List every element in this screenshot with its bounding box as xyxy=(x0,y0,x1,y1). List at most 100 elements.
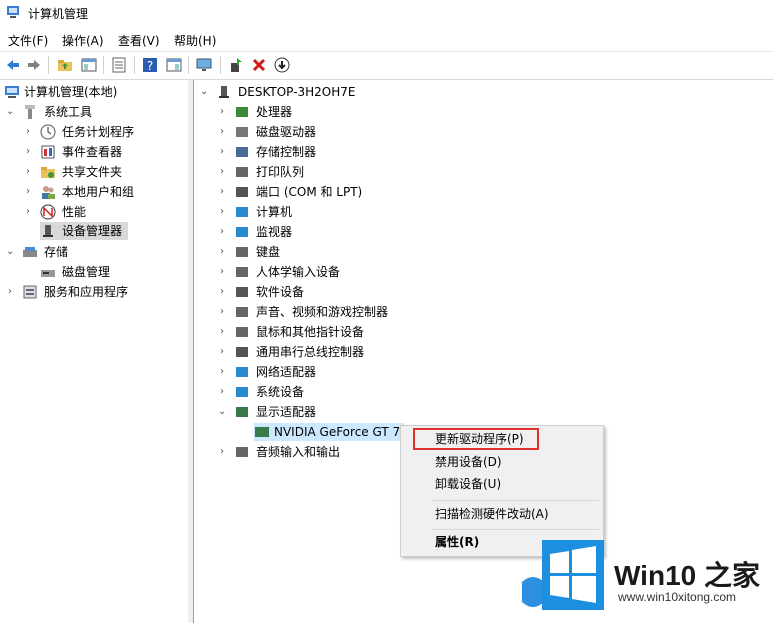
tree-item-task-scheduler[interactable]: › 任务计划程序 xyxy=(24,123,184,141)
device-category-label: 音频输入和输出 xyxy=(256,445,341,459)
device-item-nvidia[interactable]: NVIDIA GeForce GT 7 xyxy=(254,423,404,441)
chevron-right-icon[interactable]: › xyxy=(218,203,226,221)
device-category-16[interactable]: ⌄ 显示适配器 xyxy=(218,403,518,421)
device-category-3[interactable]: › 存储控制器 xyxy=(218,143,518,161)
tree-item-event-viewer[interactable]: › 事件查看器 xyxy=(24,143,184,161)
tree-item-services-apps[interactable]: › 服务和应用程序 xyxy=(6,283,186,301)
device-category-label: 显示适配器 xyxy=(256,405,317,419)
chevron-right-icon[interactable]: › xyxy=(218,283,226,301)
tree-item-local-users[interactable]: › 本地用户和组 xyxy=(24,183,184,201)
tree-item-performance[interactable]: › 性能 xyxy=(24,203,184,221)
device-category-5[interactable]: › 端口 (COM 和 LPT) xyxy=(218,183,518,201)
chevron-right-icon[interactable]: › xyxy=(218,343,226,361)
audio-io-icon xyxy=(236,447,248,457)
tree-item-label: 存储 xyxy=(44,245,69,259)
show-hide-tree-icon[interactable] xyxy=(81,57,97,73)
chevron-right-icon[interactable]: › xyxy=(218,263,226,281)
tree-item-computer-management[interactable]: 计算机管理(本地) xyxy=(4,83,184,101)
context-item-uninstall-device[interactable]: 卸载设备(U) xyxy=(435,474,501,494)
speaker-icon xyxy=(236,307,248,317)
monitor-icon[interactable] xyxy=(196,57,212,73)
forward-icon[interactable] xyxy=(26,57,42,73)
event-viewer-icon xyxy=(41,145,55,159)
device-category-6[interactable]: › 计算机 xyxy=(218,203,518,221)
chevron-right-icon[interactable]: › xyxy=(24,143,32,161)
uninstall-icon[interactable] xyxy=(251,57,267,73)
menu-file[interactable]: 文件(F) xyxy=(8,32,48,49)
device-category-label: 磁盘驱动器 xyxy=(256,125,317,139)
tree-item-storage[interactable]: ⌄ 存储 xyxy=(6,243,186,261)
chevron-right-icon[interactable]: › xyxy=(218,383,226,401)
device-category-7[interactable]: › 监视器 xyxy=(218,223,518,241)
device-category-10[interactable]: › 软件设备 xyxy=(218,283,518,301)
context-item-scan-hardware[interactable]: 扫描检测硬件改动(A) xyxy=(435,504,549,524)
device-category-label: 存储控制器 xyxy=(256,145,317,159)
tree-item-label: 系统工具 xyxy=(44,105,93,119)
context-item-properties[interactable]: 属性(R) xyxy=(435,532,479,552)
export-list-icon[interactable] xyxy=(111,57,127,73)
context-item-disable-device[interactable]: 禁用设备(D) xyxy=(435,452,502,472)
chevron-right-icon[interactable]: › xyxy=(24,203,32,221)
device-category-11[interactable]: › 声音、视频和游戏控制器 xyxy=(218,303,518,321)
device-category-label: 系统设备 xyxy=(256,385,305,399)
device-category-label: 监视器 xyxy=(256,225,293,239)
tree-item-device-manager[interactable]: 设备管理器 xyxy=(40,222,128,240)
device-category-label: 计算机 xyxy=(256,205,293,219)
chevron-right-icon[interactable]: › xyxy=(218,223,226,241)
chevron-right-icon[interactable]: › xyxy=(218,363,226,381)
chevron-right-icon[interactable]: › xyxy=(218,243,226,261)
tree-item-label: 任务计划程序 xyxy=(62,125,135,139)
device-category-1[interactable]: › 处理器 xyxy=(218,103,518,121)
tree-item-shared-folders[interactable]: › 共享文件夹 xyxy=(24,163,184,181)
chevron-right-icon[interactable]: › xyxy=(218,323,226,341)
device-category-9[interactable]: › 人体学输入设备 xyxy=(218,263,518,281)
chevron-right-icon[interactable]: › xyxy=(6,283,14,301)
watermark: Win10 之家 www.win10xitong.com xyxy=(518,540,773,623)
help-icon[interactable]: ? xyxy=(142,57,158,73)
properties-pane-icon[interactable] xyxy=(166,57,182,73)
up-folder-icon[interactable] xyxy=(57,57,73,73)
chevron-right-icon[interactable]: › xyxy=(218,143,226,161)
tree-item-label: 事件查看器 xyxy=(62,145,123,159)
device-category-label: 处理器 xyxy=(256,105,293,119)
chevron-right-icon[interactable]: › xyxy=(218,163,226,181)
chevron-right-icon[interactable]: › xyxy=(218,123,226,141)
toolbar-divider xyxy=(48,56,49,74)
device-category-8[interactable]: › 键盘 xyxy=(218,243,518,261)
toolbar-divider xyxy=(188,56,189,74)
menu-help[interactable]: 帮助(H) xyxy=(174,32,216,49)
device-category-2[interactable]: › 磁盘驱动器 xyxy=(218,123,518,141)
toolbar: ? xyxy=(0,51,773,80)
chevron-down-icon[interactable]: ⌄ xyxy=(200,83,208,101)
chevron-right-icon[interactable]: › xyxy=(24,123,32,141)
chevron-right-icon[interactable]: › xyxy=(218,303,226,321)
disable-device-icon[interactable] xyxy=(274,57,290,73)
tree-item-label: 设备管理器 xyxy=(62,224,123,238)
device-category-15[interactable]: › 系统设备 xyxy=(218,383,518,401)
chevron-right-icon[interactable]: › xyxy=(24,163,32,181)
device-category-13[interactable]: › 通用串行总线控制器 xyxy=(218,343,518,361)
chevron-down-icon[interactable]: ⌄ xyxy=(218,403,226,421)
device-category-14[interactable]: › 网络适配器 xyxy=(218,363,518,381)
update-driver-icon[interactable] xyxy=(228,57,244,73)
context-menu-divider xyxy=(431,529,599,530)
chevron-right-icon[interactable]: › xyxy=(218,103,226,121)
menu-view[interactable]: 查看(V) xyxy=(118,32,160,49)
tree-item-disk-management[interactable]: 磁盘管理 xyxy=(40,263,180,281)
device-category-label: 声音、视频和游戏控制器 xyxy=(256,305,389,319)
device-category-4[interactable]: › 打印队列 xyxy=(218,163,518,181)
tree-item-system-tools[interactable]: ⌄ 系统工具 xyxy=(6,103,186,121)
chevron-right-icon[interactable]: › xyxy=(24,183,32,201)
keyboard-icon xyxy=(236,247,248,257)
device-category-label: 键盘 xyxy=(256,245,281,259)
disk-drive-icon xyxy=(236,127,248,137)
chevron-right-icon[interactable]: › xyxy=(218,183,226,201)
task-scheduler-icon xyxy=(40,124,56,140)
chevron-down-icon[interactable]: ⌄ xyxy=(6,243,14,261)
chevron-right-icon[interactable]: › xyxy=(218,443,226,461)
device-tree-root[interactable]: ⌄ DESKTOP-3H2OH7E xyxy=(200,83,450,101)
back-icon[interactable] xyxy=(5,57,21,73)
menu-action[interactable]: 操作(A) xyxy=(62,32,104,49)
chevron-down-icon[interactable]: ⌄ xyxy=(6,103,14,121)
device-category-12[interactable]: › 鼠标和其他指针设备 xyxy=(218,323,518,341)
